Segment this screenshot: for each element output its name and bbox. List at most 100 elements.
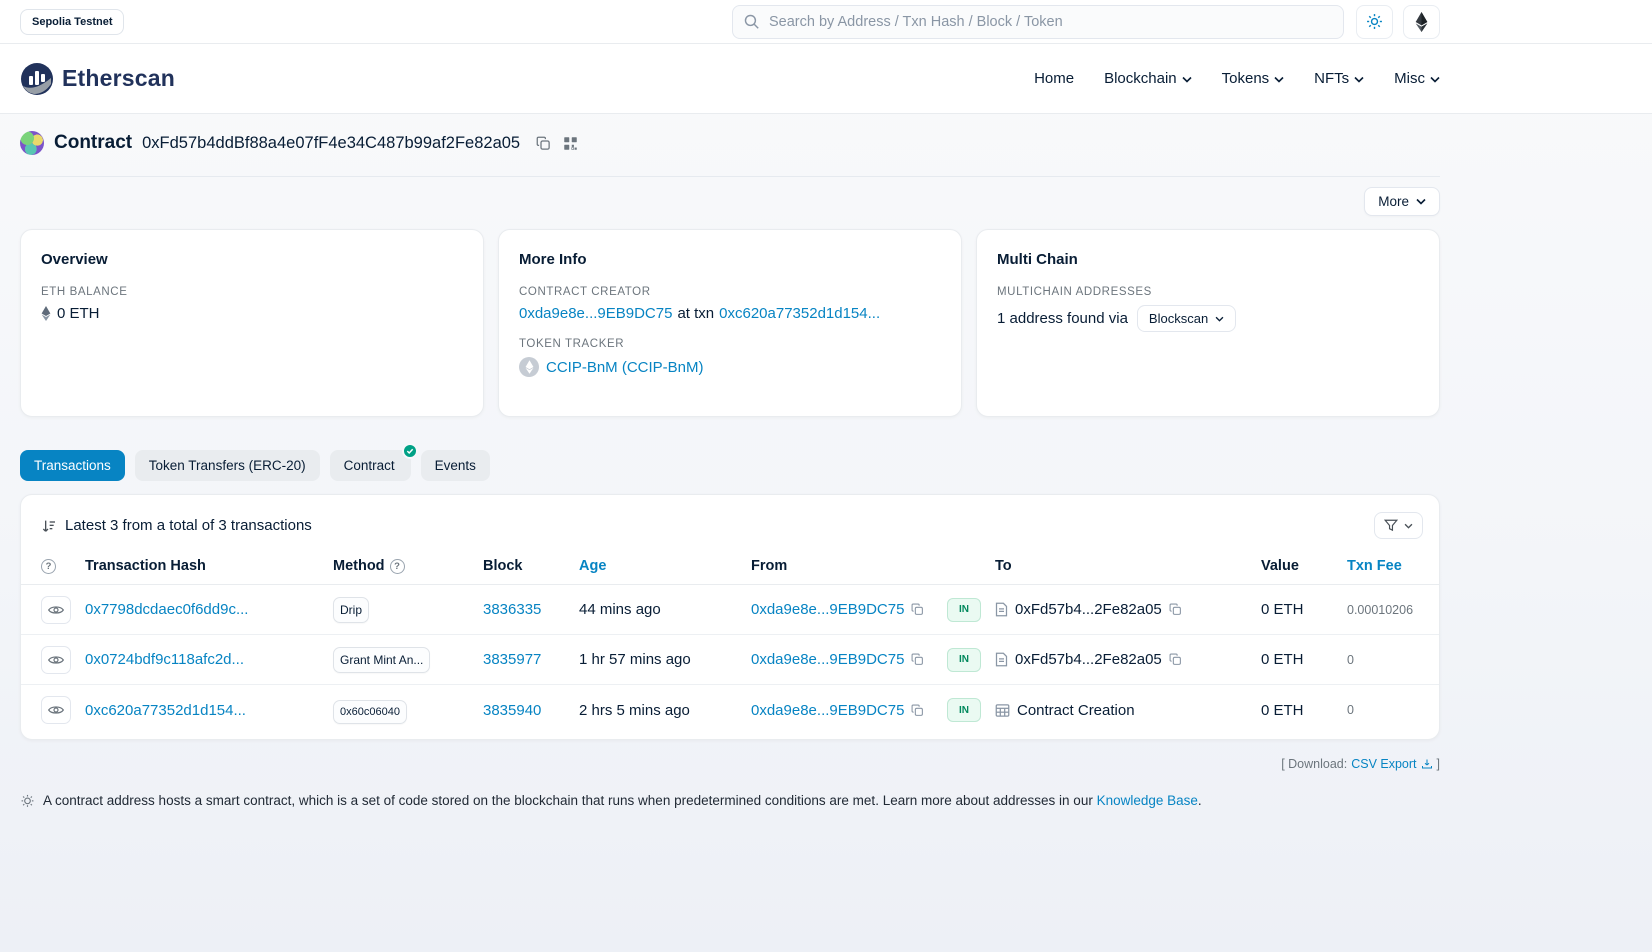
- block-link[interactable]: 3836335: [483, 601, 541, 618]
- brand-name: Etherscan: [62, 65, 175, 92]
- overview-card-title: Overview: [41, 251, 463, 268]
- copy-icon[interactable]: [911, 704, 924, 717]
- top-bar: Sepolia Testnet: [0, 0, 1652, 44]
- copy-icon: [536, 136, 551, 151]
- multichain-portfolio-selector[interactable]: Blockscan: [1137, 305, 1236, 332]
- etherscan-logo-icon: [20, 62, 54, 96]
- txn-hash-link[interactable]: 0x7798dcdaec0f6dd9c...: [85, 601, 265, 618]
- search-input[interactable]: [732, 5, 1344, 39]
- nav-item-home[interactable]: Home: [1034, 70, 1074, 87]
- chevron-down-icon: [1182, 70, 1192, 87]
- contract-address: 0xFd57b4ddBf88a4e07fF4e34C487b99af2Fe82a…: [142, 134, 520, 153]
- col-txn-fee[interactable]: Txn Fee: [1347, 558, 1419, 574]
- age-cell: 2 hrs 5 mins ago: [579, 702, 751, 719]
- transactions-panel: Latest 3 from a total of 3 transactions …: [20, 494, 1440, 740]
- chevron-down-icon: [1416, 198, 1426, 205]
- col-from: From: [751, 558, 947, 574]
- to-address: 0xFd57b4...2Fe82a05: [1015, 601, 1162, 618]
- nav-label: Misc: [1394, 70, 1425, 87]
- token-tracker-link[interactable]: CCIP-BnM (CCIP-BnM): [546, 359, 704, 376]
- from-address-link[interactable]: 0xda9e8e...9EB9DC75: [751, 651, 904, 668]
- filter-button[interactable]: [1374, 512, 1423, 539]
- csv-export-link[interactable]: CSV Export: [1351, 757, 1432, 771]
- col-method-label: Method: [333, 558, 385, 574]
- download-suffix: ]: [1437, 757, 1440, 771]
- value-cell: 0 ETH: [1261, 702, 1347, 719]
- copy-icon[interactable]: [1169, 653, 1182, 666]
- block-link[interactable]: 3835940: [483, 702, 541, 719]
- more-dropdown-button[interactable]: More: [1364, 187, 1440, 216]
- col-age[interactable]: Age: [579, 558, 751, 574]
- copy-icon[interactable]: [911, 653, 924, 666]
- chevron-down-icon: [1215, 316, 1224, 322]
- contract-file-icon: [995, 602, 1008, 617]
- network-selector-button[interactable]: Sepolia Testnet: [20, 9, 124, 35]
- qr-code-icon: [563, 136, 578, 151]
- eth-balance-label: ETH BALANCE: [41, 286, 463, 298]
- eye-preview-button[interactable]: [41, 596, 71, 624]
- qr-code-button[interactable]: [563, 136, 578, 151]
- token-logo-icon: [519, 357, 539, 377]
- tab-events[interactable]: Events: [421, 450, 490, 481]
- chevron-down-icon: [1430, 70, 1440, 87]
- copy-icon[interactable]: [911, 603, 924, 616]
- help-icon: ?: [390, 559, 405, 574]
- knowledge-base-link[interactable]: Knowledge Base: [1097, 793, 1198, 808]
- copy-address-button[interactable]: [536, 136, 551, 151]
- token-tracker-label: TOKEN TRACKER: [519, 338, 941, 350]
- tab-contract-label: Contract: [344, 458, 395, 473]
- nav-label: Blockchain: [1104, 70, 1177, 87]
- more-label: More: [1378, 194, 1409, 209]
- tab-token-transfers[interactable]: Token Transfers (ERC-20): [135, 450, 320, 481]
- at-txn-text: at txn: [677, 305, 714, 322]
- ethereum-icon: [1414, 12, 1429, 32]
- funnel-icon: [1384, 519, 1398, 532]
- col-block: Block: [483, 558, 579, 574]
- network-eth-button[interactable]: [1403, 5, 1440, 39]
- tab-contract[interactable]: Contract: [330, 450, 411, 481]
- to-address: 0xFd57b4...2Fe82a05: [1015, 651, 1162, 668]
- txn-fee-cell: 0.00010206: [1347, 603, 1419, 617]
- overview-card: Overview ETH BALANCE 0 ETH: [20, 229, 484, 417]
- to-address: Contract Creation: [1017, 702, 1135, 719]
- from-address-link[interactable]: 0xda9e8e...9EB9DC75: [751, 702, 904, 719]
- sort-icon: [41, 518, 57, 534]
- table-row: 0xc620a77352d1d154... 0x60c06040 3835940…: [21, 685, 1439, 735]
- multichain-addresses-label: MULTICHAIN ADDRESSES: [997, 286, 1419, 298]
- nav-item-tokens[interactable]: Tokens: [1222, 70, 1285, 87]
- nav-item-misc[interactable]: Misc: [1394, 70, 1440, 87]
- contract-creator-link[interactable]: 0xda9e8e...9EB9DC75: [519, 305, 672, 322]
- theme-toggle-button[interactable]: [1356, 5, 1393, 39]
- table-header-row: ? Transaction Hash Method ? Block Age Fr…: [21, 552, 1439, 585]
- eye-preview-button[interactable]: [41, 646, 71, 674]
- method-badge: Grant Mint An...: [333, 647, 430, 673]
- txn-fee-cell: 0: [1347, 653, 1419, 667]
- note-body: A contract address hosts a smart contrac…: [43, 793, 1093, 808]
- nav-label: Tokens: [1222, 70, 1270, 87]
- copy-icon[interactable]: [1169, 603, 1182, 616]
- block-link[interactable]: 3835977: [483, 651, 541, 668]
- multichain-card: Multi Chain MULTICHAIN ADDRESSES 1 addre…: [976, 229, 1440, 417]
- site-header: Etherscan Home Blockchain Tokens NFTs Mi…: [0, 44, 1652, 114]
- from-address-link[interactable]: 0xda9e8e...9EB9DC75: [751, 601, 904, 618]
- more-info-card: More Info CONTRACT CREATOR 0xda9e8e...9E…: [498, 229, 962, 417]
- age-cell: 44 mins ago: [579, 601, 751, 618]
- txn-hash-link[interactable]: 0xc620a77352d1d154...: [85, 702, 265, 719]
- col-value: Value: [1261, 558, 1347, 574]
- download-prefix: [ Download:: [1281, 757, 1347, 771]
- value-cell: 0 ETH: [1261, 601, 1347, 618]
- creation-txn-link[interactable]: 0xc620a77352d1d154...: [719, 305, 880, 322]
- nav-item-blockchain[interactable]: Blockchain: [1104, 70, 1192, 87]
- tab-transactions[interactable]: Transactions: [20, 450, 125, 481]
- table-row: 0x0724bdf9c118afc2d... Grant Mint An... …: [21, 635, 1439, 685]
- nav-item-nfts[interactable]: NFTs: [1314, 70, 1364, 87]
- eye-preview-button[interactable]: [41, 696, 71, 724]
- help-icon: ?: [41, 559, 56, 574]
- method-badge: 0x60c06040: [333, 700, 407, 724]
- age-cell: 1 hr 57 mins ago: [579, 651, 751, 668]
- txn-hash-link[interactable]: 0x0724bdf9c118afc2d...: [85, 651, 265, 668]
- chevron-down-icon: [1354, 70, 1364, 87]
- etherscan-logo[interactable]: Etherscan: [20, 62, 175, 96]
- search-icon: [743, 13, 760, 34]
- multichain-found-text: 1 address found via: [997, 310, 1128, 327]
